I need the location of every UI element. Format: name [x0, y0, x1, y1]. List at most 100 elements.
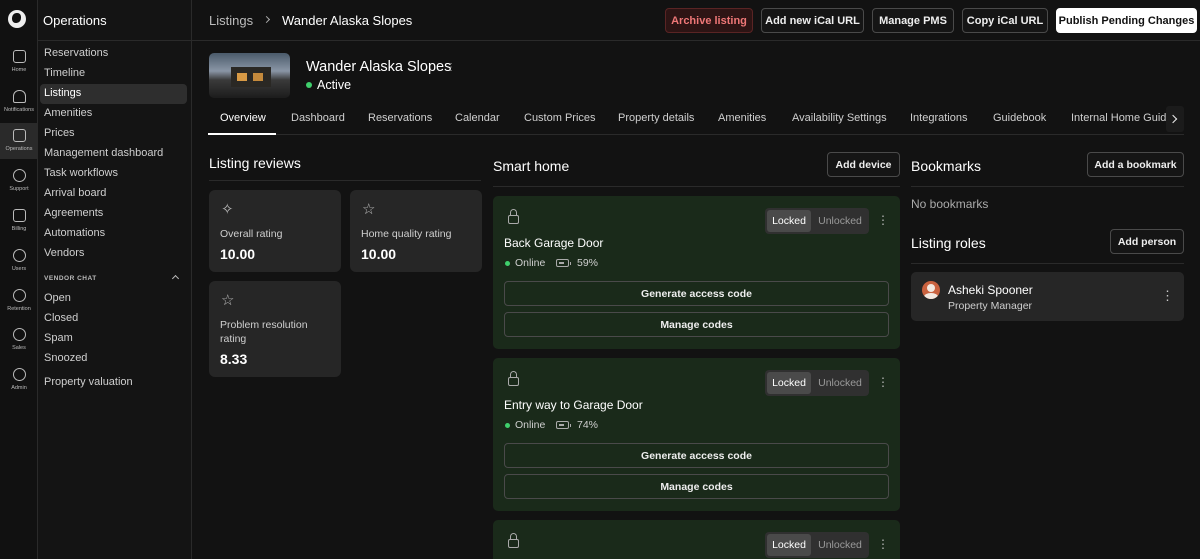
tab-internal-home-guide[interactable]: Internal Home Guide [1071, 112, 1173, 124]
rail-admin[interactable]: Admin [0, 362, 38, 398]
generate-access-code-button[interactable]: Generate access code [504, 443, 889, 468]
sidebar-item-timeline[interactable]: Timeline [40, 64, 187, 84]
tab-overview[interactable]: Overview [220, 112, 266, 124]
rating-value: 10.00 [220, 246, 256, 262]
add-bookmark-button[interactable]: Add a bookmark [1087, 152, 1184, 177]
sidebar-title: Operations [43, 13, 107, 28]
rail-users[interactable]: Users [0, 243, 38, 279]
device-more-icon[interactable]: ⋮ [877, 375, 889, 389]
rail-support[interactable]: Support [0, 163, 38, 199]
breadcrumb-current: Wander Alaska Slopes [282, 13, 413, 28]
device-more-icon[interactable]: ⋮ [877, 213, 889, 227]
lifebuoy-icon [12, 169, 26, 182]
lock-toggle[interactable]: Locked Unlocked [765, 208, 869, 234]
manage-codes-button[interactable]: Manage codes [504, 312, 889, 337]
sidebar-item-listings[interactable]: Listings [40, 84, 187, 104]
sidebar-item-snoozed[interactable]: Snoozed [40, 349, 187, 369]
battery-level: 74% [577, 419, 599, 431]
rail-notifications[interactable]: Notifications [0, 84, 38, 120]
sidebar-item-property-valuation[interactable]: Property valuation [40, 373, 187, 393]
tab-dashboard[interactable]: Dashboard [291, 112, 345, 124]
rail-operations[interactable]: Operations [0, 123, 38, 159]
listing-more-icon[interactable]: ⋮ [446, 62, 456, 73]
lock-icon [508, 533, 519, 548]
tabs-scroll-right-button[interactable] [1166, 106, 1184, 132]
online-dot-icon [505, 261, 510, 266]
tab-property-details[interactable]: Property details [618, 112, 694, 124]
unlocked-option[interactable]: Unlocked [813, 372, 867, 394]
tab-availability-settings[interactable]: Availability Settings [792, 112, 887, 124]
rail-home[interactable]: Home [0, 44, 38, 80]
manage-codes-button[interactable]: Manage codes [504, 474, 889, 499]
generate-access-code-button[interactable]: Generate access code [504, 281, 889, 306]
tab-reservations[interactable]: Reservations [368, 112, 432, 124]
rating-label: Home quality rating [361, 228, 452, 240]
sidebar-item-amenities[interactable]: Amenities [40, 104, 187, 124]
unlocked-option[interactable]: Unlocked [813, 210, 867, 232]
rail-sales[interactable]: Sales [0, 322, 38, 358]
listing-title: Wander Alaska Slopes [306, 59, 452, 75]
globe-logo-icon[interactable] [8, 10, 26, 28]
copy-ical-url-button[interactable]: Copy iCal URL [962, 8, 1048, 33]
locked-option[interactable]: Locked [767, 534, 811, 556]
star-icon: ☆ [362, 201, 376, 218]
avatar [922, 281, 940, 299]
lock-toggle[interactable]: Locked Unlocked [765, 532, 869, 558]
receipt-icon [12, 209, 26, 222]
active-tab-indicator [208, 133, 276, 135]
battery-icon [556, 259, 571, 267]
empty-bookmarks-text: No bookmarks [911, 197, 989, 211]
rail-retention[interactable]: Retention [0, 283, 38, 319]
role-card: Asheki Spooner Property Manager ⋮ [911, 272, 1184, 321]
add-device-button[interactable]: Add device [827, 152, 900, 177]
sidebar-item-task-workflows[interactable]: Task workflows [40, 164, 187, 184]
device-more-icon[interactable]: ⋮ [877, 537, 889, 551]
bookmarks-title: Bookmarks [911, 158, 982, 174]
person-name: Asheki Spooner [948, 283, 1033, 297]
sidebar-item-arrival-board[interactable]: Arrival board [40, 184, 187, 204]
chevron-right-icon [1168, 114, 1178, 124]
chevron-up-icon[interactable] [171, 274, 180, 283]
locked-option[interactable]: Locked [767, 372, 811, 394]
divider [493, 186, 900, 187]
sidebar-item-spam[interactable]: Spam [40, 329, 187, 349]
rating-label: Problem resolution rating [220, 319, 308, 345]
sidebar-item-closed[interactable]: Closed [40, 309, 187, 329]
sidebar-item-management-dashboard[interactable]: Management dashboard [40, 144, 187, 164]
sidebar-item-prices[interactable]: Prices [40, 124, 187, 144]
manage-pms-button[interactable]: Manage PMS [872, 8, 954, 33]
publish-pending-changes-button[interactable]: Publish Pending Changes [1056, 8, 1197, 33]
dollar-icon [12, 328, 26, 341]
icon-rail: Home Notifications Operations Support Bi… [0, 0, 38, 559]
battery-icon [556, 421, 571, 429]
locked-option[interactable]: Locked [767, 210, 811, 232]
unlocked-option[interactable]: Unlocked [813, 534, 867, 556]
sidebar-item-open[interactable]: Open [40, 289, 187, 309]
star-icon: ☆ [221, 292, 235, 309]
tab-integrations[interactable]: Integrations [910, 112, 967, 124]
add-ical-url-button[interactable]: Add new iCal URL [761, 8, 864, 33]
sidebar-item-reservations[interactable]: Reservations [40, 44, 187, 64]
device-name: Entry way to Garage Door [504, 398, 643, 412]
device-status: Online [515, 257, 546, 269]
rail-billing[interactable]: Billing [0, 203, 38, 239]
device-card: Locked Unlocked ⋮ Back Garage Door Onlin… [493, 196, 900, 349]
tab-guidebook[interactable]: Guidebook [993, 112, 1046, 124]
rating-label: Overall rating [220, 228, 283, 240]
tab-calendar[interactable]: Calendar [455, 112, 500, 124]
tab-amenities[interactable]: Amenities [718, 112, 766, 124]
archive-listing-button[interactable]: Archive listing [665, 8, 753, 33]
home-icon [12, 50, 26, 63]
device-card: Locked Unlocked ⋮ [493, 520, 900, 559]
breadcrumb-listings[interactable]: Listings [209, 13, 253, 28]
sidebar-item-vendors[interactable]: Vendors [40, 244, 187, 264]
add-person-button[interactable]: Add person [1110, 229, 1184, 254]
device-status: Online [515, 419, 546, 431]
sidebar-item-automations[interactable]: Automations [40, 224, 187, 244]
divider [911, 186, 1184, 187]
role-more-icon[interactable]: ⋮ [1161, 288, 1174, 304]
lock-toggle[interactable]: Locked Unlocked [765, 370, 869, 396]
tab-custom-prices[interactable]: Custom Prices [524, 112, 596, 124]
sidebar-item-agreements[interactable]: Agreements [40, 204, 187, 224]
shield-icon [12, 368, 26, 381]
